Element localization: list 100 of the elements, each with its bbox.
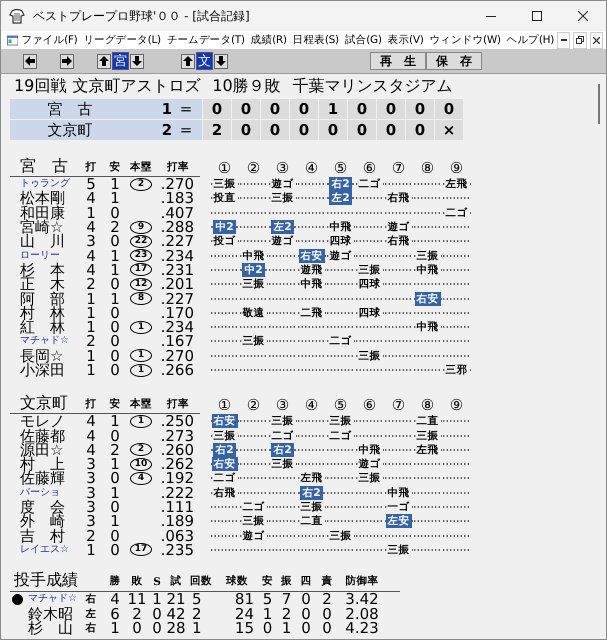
hits: 0 — [109, 428, 121, 443]
at-bats: 1 — [85, 542, 97, 557]
column-header: 安 — [108, 397, 122, 412]
player-name: 源田☆ — [20, 442, 64, 457]
at-bat-result: 二ゴ — [328, 335, 352, 348]
home-run-count: 8 — [130, 292, 152, 306]
throwing-hand: 左 — [84, 606, 98, 621]
home-run-count: 1 — [130, 320, 152, 334]
hits: 2 — [109, 442, 121, 457]
hits: 1 — [109, 514, 121, 528]
inning-header: ⑦ — [390, 159, 406, 177]
player-name: モレノ — [20, 414, 65, 428]
inning-header: ② — [246, 159, 262, 177]
home-run-count: 9 — [130, 220, 152, 234]
at-bat-result: 二直 — [300, 515, 324, 528]
home-run-count: 17 — [130, 543, 152, 556]
at-bat-result: 二ゴ — [444, 206, 468, 219]
pitching-stat: 6 — [109, 606, 121, 621]
inning-score: 0 — [406, 120, 434, 140]
toolbar-button[interactable]: 保 存 — [426, 52, 482, 70]
team-selector[interactable]: 宮 — [113, 53, 128, 69]
at-bat-result: 遊ゴ — [358, 458, 382, 470]
at-bat-result: 中飛 — [300, 278, 324, 290]
pitching-stat: 42 — [166, 606, 186, 621]
at-bat-result: 遊飛 — [300, 264, 324, 276]
team-selector[interactable]: 文 — [197, 53, 212, 69]
menu-item[interactable]: チームデータ(T) — [164, 33, 248, 47]
batting-average: .063 — [160, 528, 195, 543]
inning-score: 0 — [319, 120, 347, 140]
pitching-stat: 3.42 — [344, 592, 380, 606]
at-bats: 4 — [85, 428, 97, 443]
column-header: 打率 — [166, 160, 190, 175]
hits: 0 — [109, 471, 121, 486]
batting-average: .183 — [160, 191, 195, 206]
at-bat-result: 左飛 — [416, 444, 440, 456]
menu-item[interactable]: ファイル(F) — [18, 33, 80, 47]
at-bats: 2 — [85, 334, 97, 348]
hits: 1 — [109, 292, 121, 306]
inning-score: 0 — [232, 120, 260, 140]
menu-item[interactable]: 日程表(S) — [290, 33, 342, 47]
home-run-count: 17 — [130, 263, 152, 276]
home-run-count: 2 — [130, 178, 152, 191]
at-bat-result: 右飛 — [212, 486, 236, 499]
player-name: 宮崎☆ — [20, 220, 64, 234]
player-name: 正 木 — [20, 277, 65, 292]
menu-item[interactable]: 試合(G) — [342, 33, 385, 47]
at-bat-result: 右飛 — [386, 192, 410, 204]
player-name: 鈴木昭 — [27, 606, 74, 621]
hits: 0 — [109, 334, 121, 348]
team-name: 宮 古 — [20, 156, 69, 177]
at-bat-result: 四球 — [328, 235, 352, 248]
pitching-stat: 0 — [300, 592, 312, 606]
hit-result: 右安 — [212, 415, 236, 428]
team-name: 宮 古 — [46, 100, 94, 118]
menu-item[interactable]: リーグデータ(L) — [80, 33, 164, 47]
player-name: 阿 部 — [20, 292, 65, 306]
batting-average: .235 — [160, 542, 195, 557]
home-run-count: 1 — [130, 349, 152, 362]
inning-score: 0 — [290, 120, 318, 140]
home-run-count: 1 — [130, 364, 152, 376]
batting-average: .266 — [160, 363, 195, 377]
column-header: 安 — [108, 160, 122, 175]
hit-result: 左安 — [386, 515, 410, 528]
at-bats: 5 — [85, 177, 97, 192]
inning-score: 0 — [377, 99, 405, 119]
hits: 1 — [109, 414, 121, 428]
pitching-stat: 28 — [166, 620, 186, 635]
throwing-hand: 右 — [84, 592, 98, 606]
at-bat-result: 遊ゴ — [270, 235, 294, 248]
at-bats: 4 — [85, 191, 97, 206]
pitching-stat: 2 — [321, 592, 333, 606]
player-name: ローリー — [20, 248, 60, 262]
inning-score: 0 — [203, 99, 231, 119]
at-bats: 1 — [85, 292, 97, 306]
toolbar-button[interactable]: 再 生 — [370, 52, 426, 70]
window-title: ベストプレープロ野球'００ - [試合記録] — [33, 8, 251, 24]
batting-average: .189 — [160, 514, 195, 528]
batting-average: .234 — [160, 320, 195, 334]
pitching-stat: 2 — [131, 606, 143, 621]
menu-item[interactable]: ヘルプ(H) — [504, 33, 558, 47]
hits: 1 — [109, 457, 121, 472]
player-name: 小深田 — [20, 363, 65, 377]
at-bat-result: 二ゴ — [328, 430, 352, 442]
menu-item[interactable]: ウィンドウ(W) — [426, 33, 504, 47]
at-bat-result: 三邪 — [444, 364, 468, 376]
inning-header: ④ — [304, 159, 320, 177]
batting-average: .260 — [160, 442, 195, 457]
pitching-stat: 24 — [234, 606, 255, 621]
pitching-stat: 15 — [234, 620, 255, 635]
inning-header: ④ — [304, 396, 320, 414]
at-bats: 2 — [85, 277, 97, 292]
player-name: レイエス☆ — [20, 543, 69, 557]
hits: 0 — [109, 528, 121, 543]
at-bat-result: 三振 — [300, 501, 324, 514]
at-bats: 3 — [85, 471, 97, 486]
menu-item[interactable]: 表示(V) — [384, 33, 427, 47]
stadium-name: 千葉マリンスタジアム — [292, 76, 453, 96]
hits: 1 — [109, 177, 121, 192]
at-bat-result: 中飛 — [242, 250, 266, 262]
menu-item[interactable]: 成績(R) — [248, 33, 290, 47]
